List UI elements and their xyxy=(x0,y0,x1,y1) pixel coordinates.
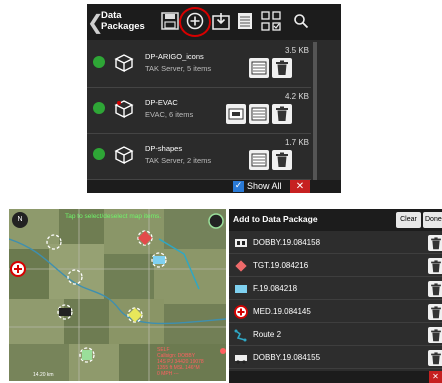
close-button[interactable]: ✕ xyxy=(290,180,310,193)
compass-button[interactable]: N xyxy=(12,212,28,228)
remove-item-button[interactable] xyxy=(428,304,442,320)
trash-icon xyxy=(431,351,441,364)
medical-icon xyxy=(234,305,248,319)
package-row[interactable]: DP-ARIGO_icons TAK Server, 5 items 3.5 K… xyxy=(87,42,311,88)
package-row[interactable]: DP-shapes TAK Server, 2 items 1.7 KB xyxy=(87,134,311,180)
send-button[interactable] xyxy=(249,58,269,78)
package-size: 1.7 KB xyxy=(284,138,309,147)
package-item-row[interactable]: DOBBY.19.084155 xyxy=(229,347,442,369)
highlight-circle xyxy=(179,7,211,37)
trash-icon xyxy=(431,305,441,318)
show-all-checkbox[interactable]: ✓ xyxy=(233,181,244,192)
item-label: DOBBY.19.084158 xyxy=(253,238,321,247)
item-label: Route 2 xyxy=(253,330,282,339)
clear-button[interactable]: Clear xyxy=(396,212,421,228)
delete-button[interactable] xyxy=(272,150,292,170)
back-icon[interactable]: ❮ xyxy=(87,11,104,33)
item-label: F.19.084218 xyxy=(253,284,298,293)
export-button[interactable] xyxy=(226,104,246,124)
trash-icon xyxy=(431,282,441,295)
export-icon xyxy=(228,108,244,120)
package-name: DP-EVAC xyxy=(145,98,178,107)
package-subtitle: TAK Server, 2 items xyxy=(145,156,212,165)
remove-item-button[interactable] xyxy=(428,281,442,297)
package-subtitle: EVAC, 6 items xyxy=(145,110,194,119)
package-row[interactable]: DP-EVAC EVAC, 6 items 4.2 KB xyxy=(87,88,311,134)
send-icon xyxy=(251,61,267,75)
send-button[interactable] xyxy=(249,150,269,170)
status-dot xyxy=(93,102,105,114)
package-icon xyxy=(114,146,134,165)
diamond-icon xyxy=(235,260,247,272)
import-icon[interactable] xyxy=(208,8,234,34)
data-packages-toolbar: ❮ Data Packages xyxy=(87,4,341,40)
self-info-overlay: SELF Callsign: DOBBY 14S PJ 34420 19078 … xyxy=(157,347,204,377)
show-all-label: Show All xyxy=(247,181,282,191)
package-size: 3.5 KB xyxy=(284,46,309,55)
item-label: DOBBY.19.084155 xyxy=(253,353,321,362)
done-button[interactable]: Done xyxy=(423,212,442,228)
package-icon xyxy=(114,100,134,119)
add-to-data-package-panel: Add to Data Package Clear Done DOBBY.19.… xyxy=(229,209,442,383)
route-icon xyxy=(234,329,247,342)
trash-icon xyxy=(276,106,288,121)
send-button[interactable] xyxy=(249,104,269,124)
add-panel-title: Add to Data Package xyxy=(233,214,318,224)
trash-icon xyxy=(431,259,441,272)
delete-button[interactable] xyxy=(272,104,292,124)
trash-icon xyxy=(431,236,441,249)
grid-select-icon[interactable] xyxy=(258,8,284,34)
scrollbar[interactable] xyxy=(313,42,317,182)
list-icon[interactable] xyxy=(232,8,258,34)
screenshot-stage: ❮ Data Packages DP-ARIGO_icons TAK Serve… xyxy=(0,0,442,383)
status-dot xyxy=(93,148,105,160)
map-hint-text: Tap to select/deselect map items. xyxy=(65,213,162,220)
map-view[interactable]: N Tap to select/deselect map items. SELF… xyxy=(9,209,226,381)
package-item-row[interactable]: MED.19.084145 xyxy=(229,301,442,323)
add-panel-header: Add to Data Package Clear Done xyxy=(229,209,442,231)
close-button[interactable]: ✕ xyxy=(429,371,442,383)
search-icon[interactable] xyxy=(288,8,314,34)
package-name: DP-shapes xyxy=(145,144,183,153)
item-label: TGT.19.084216 xyxy=(253,261,309,270)
trash-icon xyxy=(276,60,288,75)
package-size: 4.2 KB xyxy=(284,92,309,101)
package-item-row[interactable]: TGT.19.084216 xyxy=(229,255,442,277)
package-icon xyxy=(114,54,134,73)
package-item-row[interactable]: DOBBY.19.084158 xyxy=(229,232,442,254)
send-icon xyxy=(251,153,267,167)
trash-icon xyxy=(431,328,441,341)
package-item-row[interactable]: Route 2 xyxy=(229,324,442,346)
vehicle-icon xyxy=(235,355,247,364)
package-name: DP-ARIGO_icons xyxy=(145,52,204,61)
remove-item-button[interactable] xyxy=(428,327,442,343)
remove-item-button[interactable] xyxy=(428,235,442,251)
map-scale-label: 14.20 km xyxy=(33,372,54,378)
status-dot xyxy=(93,56,105,68)
rectangle-icon xyxy=(235,285,247,293)
delete-button[interactable] xyxy=(272,58,292,78)
trash-icon xyxy=(276,152,288,167)
add-panel-footer: ✕ xyxy=(229,371,442,383)
remove-item-button[interactable] xyxy=(428,258,442,274)
package-subtitle: TAK Server, 5 items xyxy=(145,64,212,73)
data-packages-panel: ❮ Data Packages DP-ARIGO_icons TAK Serve… xyxy=(87,4,341,193)
package-item-row[interactable]: F.19.084218 xyxy=(229,278,442,300)
vehicle-icon xyxy=(235,239,247,247)
data-packages-footer: ✓ Show All ✕ xyxy=(87,180,341,193)
send-icon xyxy=(251,107,267,121)
item-label: MED.19.084145 xyxy=(253,307,311,316)
remove-item-button[interactable] xyxy=(428,350,442,366)
panel-title: Data Packages xyxy=(101,10,145,32)
